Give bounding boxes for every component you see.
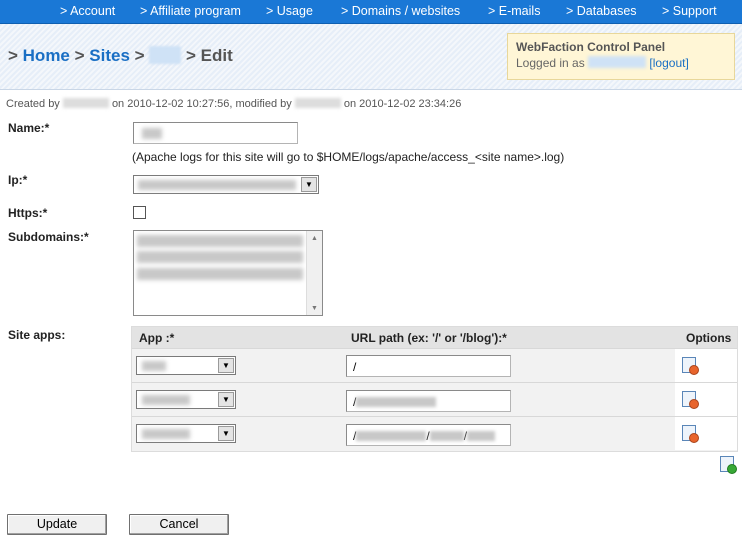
https-checkbox[interactable] bbox=[133, 206, 146, 219]
nav-databases[interactable]: > Databases bbox=[566, 4, 637, 18]
breadcrumb-separator: > bbox=[129, 46, 150, 65]
url-path-redacted bbox=[467, 431, 496, 441]
created-modified-info: Created by on 2010-12-02 10:27:56, modif… bbox=[6, 98, 461, 110]
table-row: ▼ / bbox=[132, 382, 737, 416]
created-by-label: Created by bbox=[6, 98, 60, 110]
app-select[interactable]: ▼ bbox=[136, 390, 236, 409]
url-path-column-header: URL path (ex: '/' or '/blog'):* bbox=[351, 331, 507, 345]
modified-on-text: on 2010-12-02 23:34:26 bbox=[343, 98, 462, 110]
breadcrumb: > Home > Sites > > Edit bbox=[8, 46, 233, 66]
breadcrumb-sites-link[interactable]: Sites bbox=[89, 46, 130, 65]
chevron-down-icon[interactable]: ▼ bbox=[218, 426, 234, 441]
username-redacted bbox=[588, 56, 647, 68]
site-apps-label: Site apps: bbox=[8, 328, 66, 342]
control-panel-box: WebFaction Control Panel Logged in as [l… bbox=[507, 33, 735, 80]
scroll-up-icon[interactable]: ▲ bbox=[307, 231, 322, 245]
table-row: ▼ / bbox=[132, 348, 737, 382]
apache-logs-note: (Apache logs for this site will go to $H… bbox=[132, 150, 565, 164]
ip-select[interactable]: ▼ bbox=[133, 175, 319, 194]
nav-support[interactable]: > Support bbox=[662, 4, 717, 18]
url-path-redacted bbox=[356, 431, 427, 441]
ip-label: Ip:* bbox=[8, 173, 28, 187]
page-header: > Home > Sites > > Edit WebFaction Contr… bbox=[0, 24, 742, 90]
options-cell bbox=[675, 383, 737, 416]
app-select[interactable]: ▼ bbox=[136, 424, 236, 443]
chevron-down-icon[interactable]: ▼ bbox=[301, 177, 317, 192]
add-app-icon[interactable] bbox=[720, 456, 737, 474]
url-path-redacted bbox=[429, 431, 464, 441]
subdomains-label: Subdomains:* bbox=[8, 230, 89, 244]
url-path-value: / bbox=[353, 360, 357, 374]
chevron-down-icon[interactable]: ▼ bbox=[218, 392, 234, 407]
options-column-header: Options bbox=[686, 331, 732, 345]
url-path-input[interactable]: / bbox=[346, 355, 511, 377]
logged-in-line: Logged in as [logout] bbox=[516, 56, 726, 70]
breadcrumb-separator: > bbox=[69, 46, 90, 65]
logout-link[interactable]: [logout] bbox=[649, 56, 688, 70]
options-cell bbox=[675, 417, 737, 450]
url-path-input[interactable]: / / / bbox=[346, 424, 511, 446]
table-row: ▼ / / / bbox=[132, 416, 737, 450]
ip-value-redacted bbox=[138, 180, 296, 190]
modifier-redacted bbox=[294, 98, 341, 108]
nav-affiliate-program[interactable]: > Affiliate program bbox=[140, 4, 241, 18]
cancel-button[interactable]: Cancel bbox=[129, 514, 229, 535]
app-value-redacted bbox=[142, 361, 166, 371]
scroll-down-icon[interactable]: ▼ bbox=[307, 301, 322, 315]
remove-app-icon[interactable] bbox=[682, 357, 699, 375]
breadcrumb-separator: > bbox=[181, 46, 201, 65]
creator-redacted bbox=[62, 98, 109, 108]
listbox-scrollbar[interactable]: ▲ ▼ bbox=[306, 231, 322, 315]
created-on-text: on 2010-12-02 10:27:56, modified by bbox=[111, 98, 292, 110]
name-value-redacted bbox=[142, 128, 162, 139]
url-path-redacted bbox=[356, 397, 437, 407]
options-cell bbox=[675, 349, 737, 382]
app-select[interactable]: ▼ bbox=[136, 356, 236, 375]
control-panel-title: WebFaction Control Panel bbox=[516, 40, 666, 54]
app-column-header: App :* bbox=[139, 331, 175, 345]
app-value-redacted bbox=[142, 395, 190, 405]
site-apps-table-header: App :* URL path (ex: '/' or '/blog'):* O… bbox=[132, 327, 737, 348]
remove-app-icon[interactable] bbox=[682, 391, 699, 409]
logged-in-label: Logged in as bbox=[516, 56, 585, 70]
breadcrumb-current: Edit bbox=[200, 46, 233, 65]
name-input[interactable] bbox=[133, 122, 298, 144]
top-navigation-bar: > Account > Affiliate program > Usage > … bbox=[0, 0, 742, 24]
breadcrumb-home-link[interactable]: Home bbox=[23, 46, 70, 65]
nav-emails[interactable]: > E-mails bbox=[488, 4, 540, 18]
app-value-redacted bbox=[142, 429, 190, 439]
site-apps-table: App :* URL path (ex: '/' or '/blog'):* O… bbox=[131, 326, 738, 452]
https-label: Https:* bbox=[8, 206, 48, 220]
nav-usage[interactable]: > Usage bbox=[266, 4, 313, 18]
name-label: Name:* bbox=[8, 121, 50, 135]
nav-account[interactable]: > Account bbox=[60, 4, 115, 18]
breadcrumb-site-link-redacted[interactable] bbox=[149, 46, 182, 64]
update-button[interactable]: Update bbox=[7, 514, 107, 535]
breadcrumb-separator: > bbox=[8, 46, 23, 65]
subdomain-option-redacted[interactable] bbox=[137, 235, 303, 247]
nav-domains-websites[interactable]: > Domains / websites bbox=[341, 4, 460, 18]
subdomain-option-redacted[interactable] bbox=[137, 251, 303, 263]
chevron-down-icon[interactable]: ▼ bbox=[218, 358, 234, 373]
url-path-input[interactable]: / bbox=[346, 390, 511, 412]
subdomains-listbox[interactable]: ▲ ▼ bbox=[133, 230, 323, 316]
subdomain-option-redacted[interactable] bbox=[137, 268, 303, 280]
remove-app-icon[interactable] bbox=[682, 425, 699, 443]
